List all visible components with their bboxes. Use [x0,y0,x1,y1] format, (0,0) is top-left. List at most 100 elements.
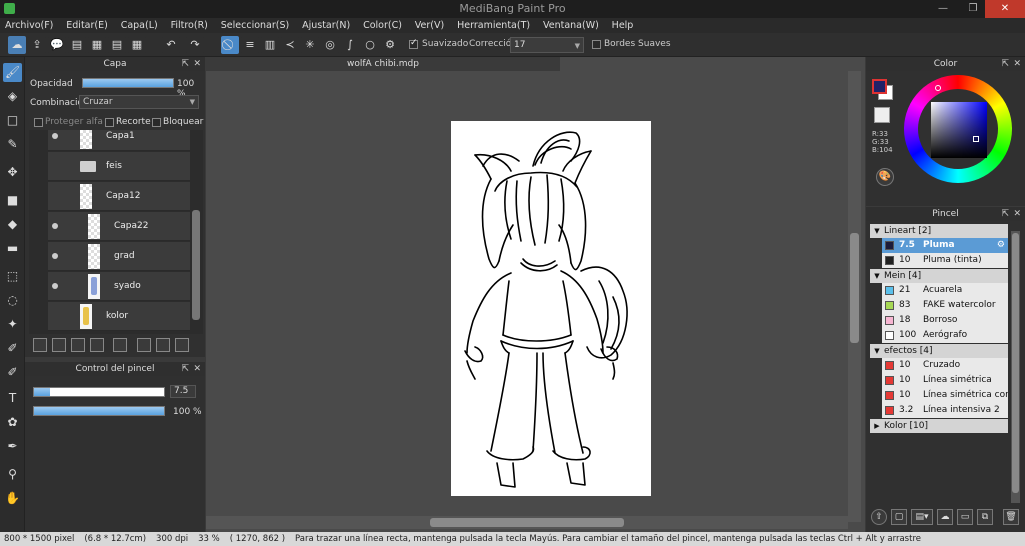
radial-snap-icon[interactable]: ✳ [301,36,319,54]
close-icon[interactable]: ✕ [193,57,201,71]
horizontal-scroll-thumb[interactable] [430,518,624,527]
select-eraser-icon[interactable]: ✐ [3,363,22,382]
gear-icon[interactable]: ⚙ [997,238,1005,253]
magic-wand-icon[interactable]: ✦ [3,315,22,334]
close-button[interactable]: ✕ [985,0,1025,18]
drawing-canvas[interactable] [451,121,651,496]
close-icon[interactable]: ✕ [1013,57,1021,71]
cloud-icon[interactable]: ☁ [8,36,26,54]
dot-tool-icon[interactable]: □ [3,111,22,130]
perspective-snap-icon[interactable]: ≺ [281,36,299,54]
lock-checkbox[interactable] [152,118,161,127]
brush-group-efectos[interactable]: ▼ efectos [4] [870,344,1008,358]
brush-size-slider[interactable] [33,387,165,397]
gradient-tool-icon[interactable]: ▬ [3,239,22,258]
brush-row[interactable]: 10 Pluma (tinta) [882,253,1008,268]
layer-row-capa22[interactable]: Capa22 [48,212,190,241]
settings-icon[interactable]: ⚙ [381,36,399,54]
delete-layer-icon[interactable] [175,338,189,352]
vertical-scroll-thumb[interactable] [850,233,859,343]
new-layer-icon[interactable] [33,338,47,352]
brush-row[interactable]: 7.5 Pluma ⚙ [882,238,1008,253]
layer-row-grad[interactable]: grad [48,242,190,271]
layer-row-syado[interactable]: syado [48,272,190,301]
new-8bit-layer-icon[interactable] [71,338,85,352]
bucket-tool-icon[interactable]: ◆ [3,215,22,234]
undock-icon[interactable]: ⇱ [1001,57,1009,71]
menu-herramienta[interactable]: Herramienta(T) [452,18,535,33]
suavizado-checkbox[interactable] [409,38,418,49]
new-1bit-layer-icon[interactable] [90,338,104,352]
brush-size-field[interactable]: 7.5 [170,385,196,398]
menu-editar[interactable]: Editar(E) [61,18,113,33]
eraser-tool-icon[interactable]: ◈ [3,87,22,106]
eye-icon[interactable] [52,133,58,139]
grid-icon[interactable]: ▦ [128,36,146,54]
menu-archivo[interactable]: Archivo(F) [0,18,58,33]
undock-icon[interactable]: ⇱ [1001,207,1009,221]
redo-icon[interactable]: ↷ [186,36,204,54]
hand-tool-icon[interactable]: ✋ [3,489,22,508]
menu-ventana[interactable]: Ventana(W) [538,18,604,33]
menu-color[interactable]: Color(C) [358,18,407,33]
color-marker[interactable] [973,136,979,142]
brush-row[interactable]: 10 Línea simétrica con c [882,388,1008,403]
brush-row[interactable]: 10 Línea simétrica [882,373,1008,388]
brush-row[interactable]: 3.2 Línea intensiva 2 [882,403,1008,418]
lasso-tool-icon[interactable]: ◌ [3,291,22,310]
merge-layer-icon[interactable] [156,338,170,352]
brush-row[interactable]: 21 Acuarela [882,283,1008,298]
transparent-color-swatch[interactable] [874,107,890,123]
layer-row-feis[interactable]: feis [48,152,190,181]
delete-brush-icon[interactable]: 🗑 [1003,509,1019,525]
text-tool-icon[interactable]: T [3,389,22,408]
new-halftone-layer-icon[interactable] [52,338,66,352]
minimize-button[interactable]: — [930,0,956,18]
correction-tool-icon[interactable]: ✎ [3,135,22,154]
upload-brush-icon[interactable]: ⇧ [871,509,887,525]
layer-opacity-slider[interactable] [82,78,174,88]
horizontal-scrollbar[interactable] [206,516,848,529]
vertical-scrollbar[interactable] [848,71,861,522]
eye-icon[interactable] [52,223,58,229]
undo-icon[interactable]: ↶ [162,36,180,54]
eye-icon[interactable] [52,253,58,259]
undock-icon[interactable]: ⇱ [181,362,189,376]
layer-row-kolor[interactable]: kolor [48,302,190,331]
menu-seleccionar[interactable]: Seleccionar(S) [216,18,294,33]
menu-ver[interactable]: Ver(V) [410,18,449,33]
add-brush-menu-icon[interactable]: ▤▾ [911,509,933,525]
layer-row-capa1[interactable]: Capa1 [48,130,190,151]
bordes-suaves-checkbox[interactable] [592,40,601,49]
hue-marker[interactable] [935,85,941,91]
circle-snap-icon[interactable]: ○ [361,36,379,54]
protect-alpha-checkbox[interactable] [34,118,43,127]
brush-opacity-slider[interactable] [33,406,165,416]
eye-icon[interactable] [52,283,58,289]
duplicate-layer-icon[interactable] [137,338,151,352]
move-tool-icon[interactable]: ✥ [3,163,22,182]
eyedropper-tool-icon[interactable]: ⚲ [3,465,22,484]
fill-tool-icon[interactable]: ■ [3,191,22,210]
clip-checkbox[interactable] [105,118,114,127]
balloon-tool-icon[interactable]: ✿ [3,413,22,432]
layer-scrollbar[interactable] [192,210,200,320]
message-icon[interactable]: ▤ [68,36,86,54]
maximize-button[interactable]: ❐ [960,0,986,18]
concentric-snap-icon[interactable]: ◎ [321,36,339,54]
menu-filtro[interactable]: Filtro(R) [166,18,213,33]
brush-row[interactable]: 100 Aerógrafo [882,328,1008,343]
share-icon[interactable]: ⇪ [28,36,46,54]
brush-cloud-icon[interactable]: ☁ [937,509,953,525]
correccion-select[interactable]: 17 ▼ [510,37,584,53]
layer-row-capa12[interactable]: Capa12 [48,182,190,211]
menu-help[interactable]: Help [607,18,639,33]
brush-row[interactable]: 83 FAKE watercolor [882,298,1008,313]
menu-capa[interactable]: Capa(L) [116,18,163,33]
menu-ajustar[interactable]: Ajustar(N) [297,18,355,33]
select-pen-icon[interactable]: ✐ [3,339,22,358]
brush-folder-icon[interactable]: ▭ [957,509,973,525]
brush-group-lineart[interactable]: ▼ Lineart [2] [870,224,1008,238]
duplicate-brush-icon[interactable]: ⧉ [977,509,993,525]
blend-select[interactable]: Cruzar ▼ [79,95,199,109]
